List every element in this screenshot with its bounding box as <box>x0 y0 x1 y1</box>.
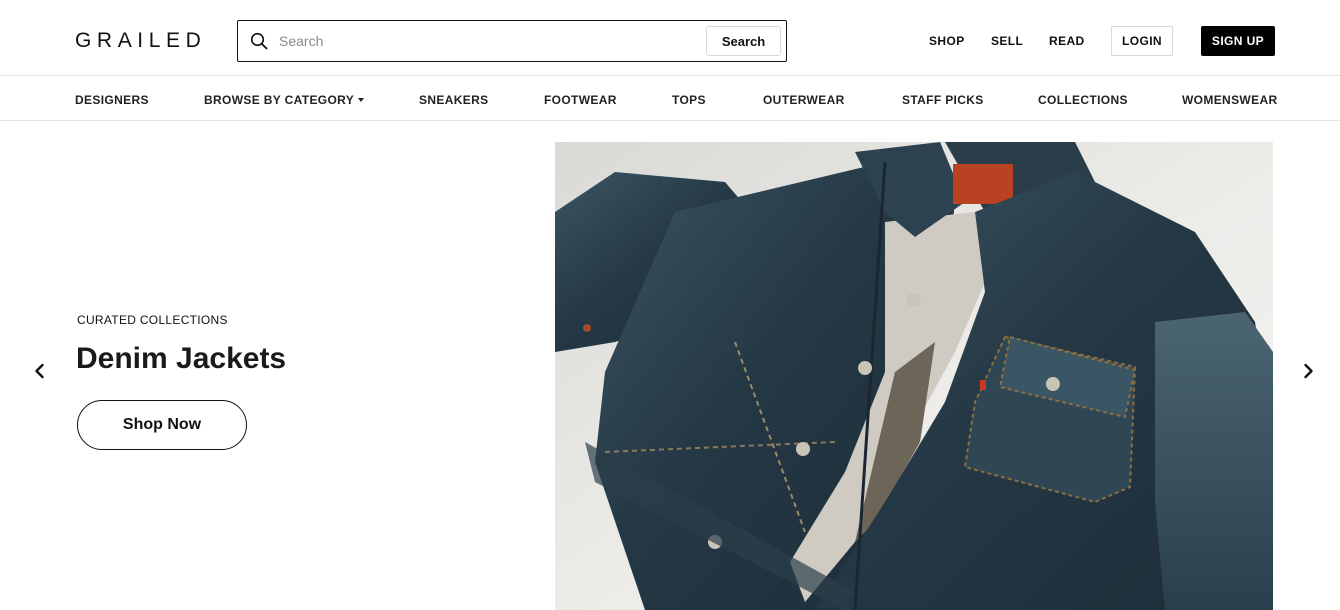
nav-browse-by-category[interactable]: BROWSE BY CATEGORY <box>204 93 365 107</box>
search-bar: Search <box>237 20 787 62</box>
category-nav: DESIGNERS BROWSE BY CATEGORY SNEAKERS FO… <box>0 77 1340 121</box>
site-header: GRAILED Search SHOP SELL READ LOGIN SIGN… <box>0 0 1340 76</box>
nav-staff-picks[interactable]: STAFF PICKS <box>902 93 984 107</box>
shop-link[interactable]: SHOP <box>929 33 965 49</box>
caret-down-icon <box>358 97 365 102</box>
nav-browse-by-category-label: BROWSE BY CATEGORY <box>204 93 355 107</box>
nav-tops[interactable]: TOPS <box>672 93 706 107</box>
nav-sneakers[interactable]: SNEAKERS <box>419 93 488 107</box>
chevron-right-icon[interactable] <box>1298 361 1318 381</box>
sell-link[interactable]: SELL <box>991 33 1023 49</box>
grailed-logo[interactable]: GRAILED <box>75 29 206 53</box>
shop-now-button[interactable]: Shop Now <box>77 400 247 450</box>
login-button[interactable]: LOGIN <box>1111 26 1173 56</box>
search-input[interactable] <box>279 30 699 52</box>
nav-footwear[interactable]: FOOTWEAR <box>544 93 617 107</box>
nav-outerwear[interactable]: OUTERWEAR <box>763 93 845 107</box>
signup-button[interactable]: SIGN UP <box>1201 26 1275 56</box>
nav-womenswear[interactable]: WOMENSWEAR <box>1182 93 1278 107</box>
nav-designers[interactable]: DESIGNERS <box>75 93 149 107</box>
chevron-left-icon[interactable] <box>30 361 50 381</box>
hero-title: Denim Jackets <box>76 342 287 375</box>
search-button[interactable]: Search <box>706 26 781 56</box>
search-icon <box>250 32 268 50</box>
hero-denim-jacket-image[interactable] <box>555 142 1273 610</box>
read-link[interactable]: READ <box>1049 33 1085 49</box>
hero-eyebrow: CURATED COLLECTIONS <box>77 313 228 327</box>
nav-collections[interactable]: COLLECTIONS <box>1038 93 1128 107</box>
